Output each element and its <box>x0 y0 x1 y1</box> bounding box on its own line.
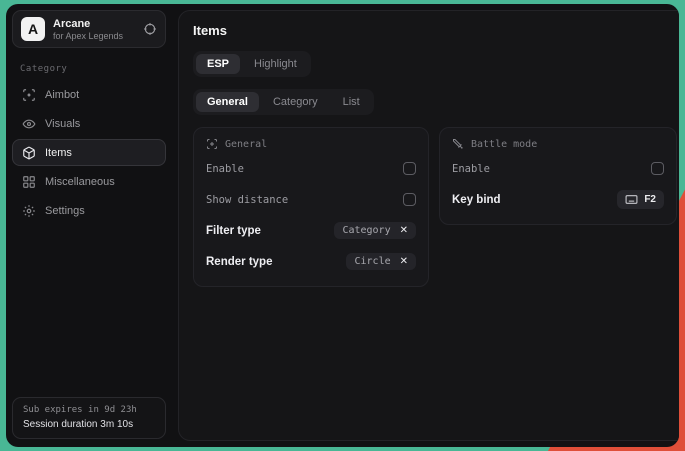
sidebar-item-label: Miscellaneous <box>45 176 115 188</box>
tab-general[interactable]: General <box>196 92 259 112</box>
sidebar-item-label: Settings <box>45 205 85 217</box>
battle-mode-panel: Battle mode Enable Key bind F2 <box>439 127 677 225</box>
clear-filter-icon[interactable]: ✕ <box>400 226 408 236</box>
setting-row-render-type: Render type Circle ✕ <box>206 249 416 274</box>
render-type-value: Circle <box>354 256 390 267</box>
setting-label: Render type <box>206 256 272 268</box>
mode-tab-row: ESP Highlight <box>193 51 677 77</box>
general-panel-header: General <box>206 138 416 150</box>
setting-row-filter-type: Filter type Category ✕ <box>206 218 416 243</box>
sidebar-item-visuals[interactable]: Visuals <box>12 110 166 137</box>
mode-tab-group: ESP Highlight <box>193 51 311 77</box>
tab-esp[interactable]: ESP <box>196 54 240 74</box>
target-icon[interactable] <box>143 22 157 36</box>
keyboard-icon <box>625 193 638 206</box>
render-type-select[interactable]: Circle ✕ <box>346 253 416 270</box>
enable-checkbox[interactable] <box>403 162 416 175</box>
sidebar-item-aimbot[interactable]: Aimbot <box>12 81 166 108</box>
sidebar-spacer <box>10 225 168 397</box>
show-distance-checkbox[interactable] <box>403 193 416 206</box>
app-logo: A <box>21 17 45 41</box>
key-bind-value: F2 <box>644 194 656 205</box>
eye-icon <box>22 117 36 131</box>
page-title: Items <box>193 23 677 38</box>
sidebar-item-items[interactable]: Items <box>12 139 166 166</box>
grid-icon <box>22 175 36 189</box>
setting-label: Key bind <box>452 194 501 206</box>
sidebar-item-settings[interactable]: Settings <box>12 197 166 224</box>
brand-text: Arcane for Apex Legends <box>53 18 123 41</box>
setting-label: Enable <box>452 163 490 175</box>
sword-icon <box>452 138 464 150</box>
battle-panel-title: Battle mode <box>471 139 537 150</box>
general-panel-title: General <box>225 139 267 150</box>
sidebar-item-label: Visuals <box>45 118 80 130</box>
package-icon <box>22 146 36 160</box>
setting-row-show-distance: Show distance <box>206 187 416 212</box>
brand-card: A Arcane for Apex Legends <box>12 10 166 48</box>
tab-category[interactable]: Category <box>262 92 329 112</box>
setting-row-battle-enable: Enable <box>452 156 664 181</box>
crosshair-scan-icon <box>22 88 36 102</box>
general-panel: General Enable Show distance Filter type… <box>193 127 429 287</box>
setting-label: Filter type <box>206 225 261 237</box>
key-bind-button[interactable]: F2 <box>617 190 664 209</box>
panels-row: General Enable Show distance Filter type… <box>193 127 677 287</box>
view-tab-row: General Category List <box>193 89 677 115</box>
setting-label: Enable <box>206 163 244 175</box>
battle-enable-checkbox[interactable] <box>651 162 664 175</box>
sidebar-item-label: Aimbot <box>45 89 79 101</box>
session-card: Sub expires in 9d 23h Session duration 3… <box>12 397 166 439</box>
sub-expires-text: Sub expires in 9d 23h <box>23 405 155 415</box>
filter-type-value: Category <box>342 225 390 236</box>
brand-name: Arcane <box>53 18 123 30</box>
tab-list[interactable]: List <box>332 92 371 112</box>
battle-panel-header: Battle mode <box>452 138 664 150</box>
main-panel: Items ESP Highlight General Category Lis… <box>178 10 679 441</box>
setting-label: Show distance <box>206 194 288 206</box>
scan-dot-icon <box>206 138 218 150</box>
session-duration-text: Session duration 3m 10s <box>23 419 155 430</box>
brand-subtitle: for Apex Legends <box>53 31 123 41</box>
sidebar-item-label: Items <box>45 147 72 159</box>
sidebar-item-miscellaneous[interactable]: Miscellaneous <box>12 168 166 195</box>
tab-highlight[interactable]: Highlight <box>243 54 308 74</box>
category-section-label: Category <box>20 64 158 74</box>
setting-row-key-bind: Key bind F2 <box>452 187 664 212</box>
app-window: A Arcane for Apex Legends Category Aimbo… <box>6 4 679 447</box>
setting-row-enable: Enable <box>206 156 416 181</box>
clear-render-icon[interactable]: ✕ <box>400 257 408 267</box>
sidebar: A Arcane for Apex Legends Category Aimbo… <box>6 4 172 447</box>
gear-icon <box>22 204 36 218</box>
view-tab-group: General Category List <box>193 89 374 115</box>
filter-type-select[interactable]: Category ✕ <box>334 222 416 239</box>
